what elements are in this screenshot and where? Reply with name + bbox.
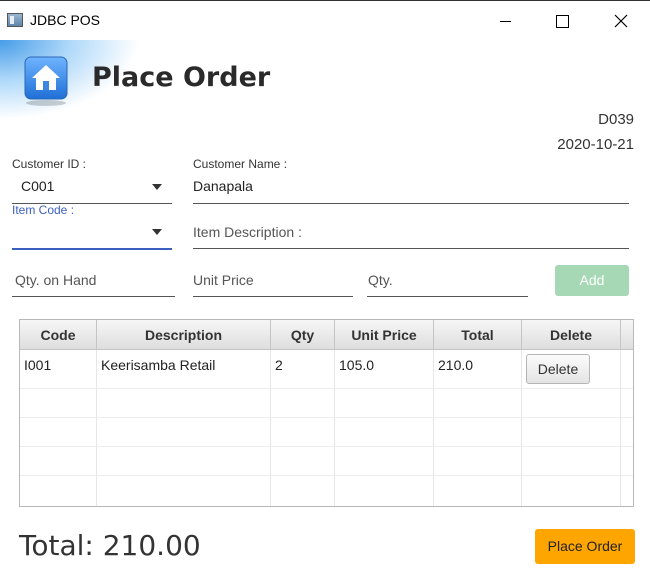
cell-qty: 2 [275,357,283,373]
unit-price-underline [193,296,353,297]
app-window-icon [7,13,23,27]
order-total: Total: 210.00 [19,529,201,562]
qty-field[interactable]: Qty. [367,267,528,297]
order-date: 2020-10-21 [557,136,634,153]
empty-table-row [20,418,633,447]
column-header-description[interactable]: Description [97,320,271,350]
customer-name-underline [193,203,629,204]
column-header-total[interactable]: Total [434,320,522,350]
cell-unit-price: 105.0 [339,357,375,373]
column-header-code[interactable]: Code [20,320,97,350]
cell-code: I001 [24,357,52,373]
item-code-label: Item Code : [12,203,75,217]
chevron-down-icon [152,184,162,190]
item-code-underline [12,248,172,250]
add-button[interactable]: Add [555,265,629,296]
window-titlebar: JDBC POS [0,0,650,40]
qty-underline [367,296,528,297]
close-button[interactable] [592,1,650,41]
table-header: Code Description Qty Unit Price Total De… [20,320,633,350]
qty-placeholder: Qty. [368,272,393,288]
place-order-button[interactable]: Place Order [535,529,635,564]
customer-id-combo[interactable]: C001 [12,174,172,204]
item-description-placeholder: Item Description : [193,224,302,240]
chevron-down-icon [152,229,162,235]
column-header-delete[interactable]: Delete [522,320,621,350]
customer-name-label: Customer Name : [193,157,288,171]
column-header-filler [621,320,633,350]
item-description-underline [193,248,629,249]
close-icon [614,14,628,28]
home-icon-shadow [26,100,66,106]
customer-name-value: Danapala [193,178,253,194]
table-row[interactable]: I001 Keerisamba Retail 2 105.0 210.0 Del… [20,350,633,389]
qty-on-hand-underline [12,296,175,297]
minimize-button[interactable] [476,1,534,41]
empty-table-row [20,476,633,506]
qty-on-hand-placeholder: Qty. on Hand [15,272,97,288]
qty-on-hand-field[interactable]: Qty. on Hand [12,267,175,297]
item-code-combo[interactable] [12,219,172,249]
empty-table-row [20,389,633,418]
customer-id-label: Customer ID : [12,157,87,171]
cell-description: Keerisamba Retail [101,357,216,373]
maximize-button[interactable] [534,1,592,41]
empty-table-row [20,447,633,476]
order-id: D039 [598,111,634,128]
item-description-field[interactable]: Item Description : [193,219,629,249]
customer-id-value: C001 [21,178,55,194]
unit-price-field[interactable]: Unit Price [193,267,353,297]
customer-name-field[interactable]: Danapala [193,174,629,204]
home-icon [24,56,68,100]
page-title: Place Order [92,62,271,93]
window-title: JDBC POS [30,12,101,28]
column-header-unit-price[interactable]: Unit Price [335,320,434,350]
delete-row-button[interactable]: Delete [526,354,590,384]
cell-total: 210.0 [438,357,474,373]
order-items-table: Code Description Qty Unit Price Total De… [19,319,634,507]
column-header-qty[interactable]: Qty [271,320,335,350]
unit-price-placeholder: Unit Price [193,272,254,288]
